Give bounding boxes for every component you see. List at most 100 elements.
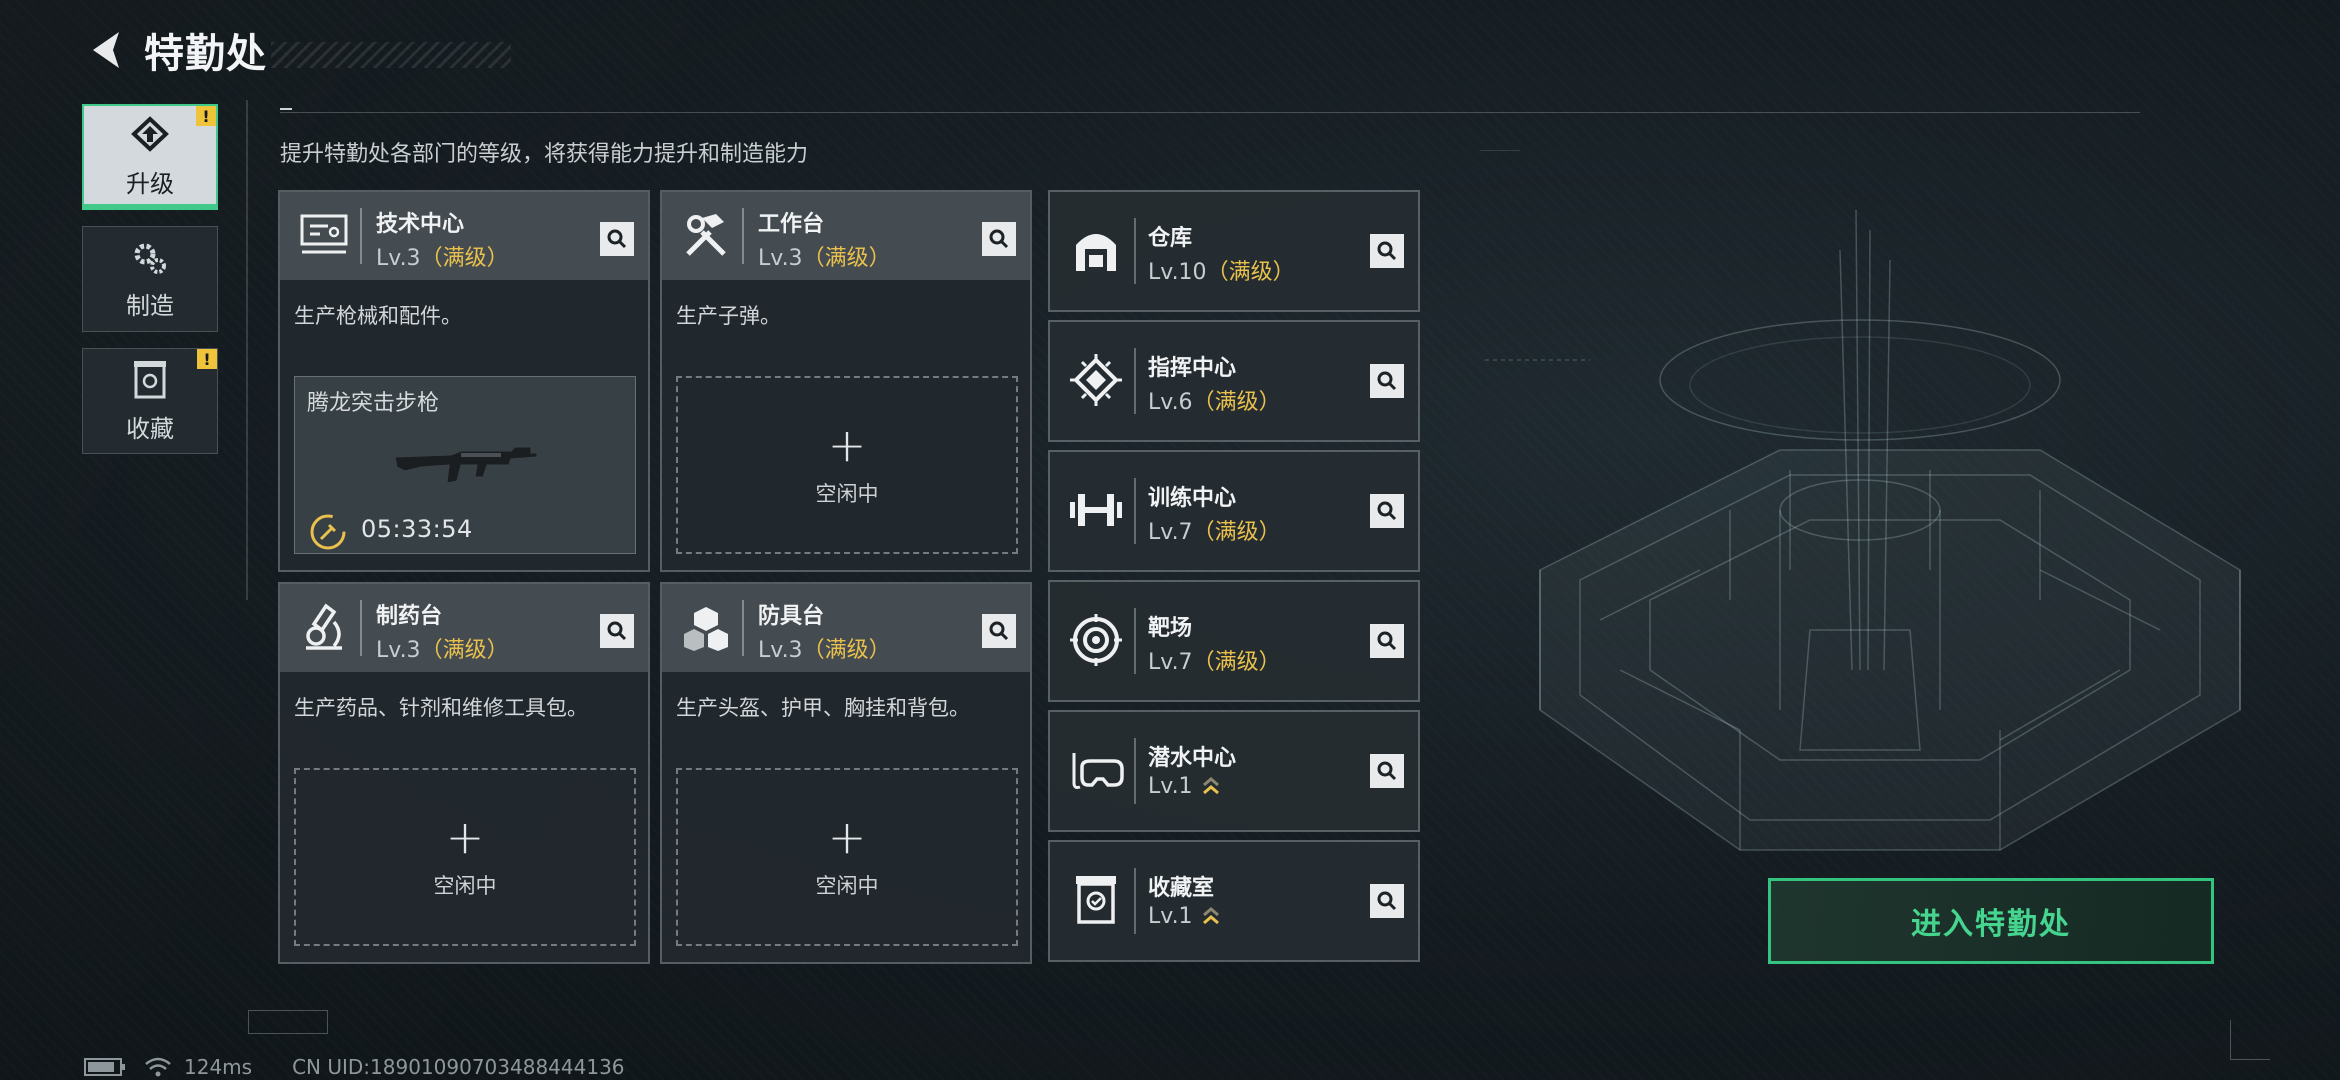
title-decoration — [271, 42, 511, 68]
nav-tab-upgrade[interactable]: 升级 ! — [82, 104, 218, 210]
level-value: Lv.6 — [1148, 390, 1193, 415]
plus-icon: + — [827, 810, 867, 864]
alert-badge: ! — [196, 106, 216, 126]
search-icon — [607, 621, 627, 641]
search-icon — [607, 229, 627, 249]
header: 特勤处 — [80, 22, 511, 78]
back-arrow-icon — [93, 32, 119, 68]
enter-special-ops-button[interactable]: 进入特勤处 — [1768, 878, 2214, 964]
workshop-card-armor[interactable]: 防具台 Lv.3（满级） 生产头盔、护甲、胸挂和背包。 + 空闲中 — [660, 582, 1032, 964]
empty-crafting-slot[interactable]: + 空闲中 — [676, 376, 1018, 554]
workshop-card-tech-center[interactable]: 技术中心 Lv.3（满级） 生产枪械和配件。 腾龙突击步枪 05:33:54 — [278, 190, 650, 572]
search-icon — [1377, 761, 1397, 781]
collection-room-icon — [1066, 870, 1126, 930]
workshop-description: 生产枪械和配件。 — [294, 304, 462, 328]
facility-level: Lv.7（满级） — [1148, 644, 1281, 676]
search-button[interactable] — [1370, 234, 1404, 268]
facility-card-training-center[interactable]: 训练中心 Lv.7（满级） — [1048, 450, 1420, 572]
facility-level: Lv.1 — [1148, 774, 1221, 800]
workbench-tools-icon — [676, 206, 736, 266]
wifi-icon — [145, 1057, 171, 1077]
nav-tab-craft[interactable]: 制造 — [82, 226, 218, 332]
facility-card-warehouse[interactable]: 仓库 Lv.10（满级） — [1048, 190, 1420, 312]
search-button[interactable] — [1370, 754, 1404, 788]
workshop-description: 生产头盔、护甲、胸挂和背包。 — [676, 696, 970, 720]
nav-divider — [246, 100, 248, 600]
search-button[interactable] — [982, 222, 1016, 256]
ping-value: 124ms — [184, 1055, 253, 1079]
plus-icon: + — [445, 810, 485, 864]
section-divider-mark — [280, 108, 292, 110]
search-icon — [1377, 241, 1397, 261]
user-uid: CN UID:18901090703488444136 — [292, 1055, 625, 1079]
collection-icon — [134, 360, 166, 398]
card-separator — [360, 208, 362, 264]
search-button[interactable] — [600, 222, 634, 256]
card-separator — [1134, 738, 1136, 804]
facility-card-command-center[interactable]: 指挥中心 Lv.6（满级） — [1048, 320, 1420, 442]
level-value: Lv.3 — [758, 638, 803, 663]
card-separator — [1134, 348, 1136, 414]
crafting-timer: 05:33:54 — [361, 515, 473, 543]
empty-crafting-slot[interactable]: + 空闲中 — [294, 768, 636, 946]
card-separator — [1134, 218, 1136, 284]
timer-wrench-icon — [310, 514, 346, 550]
base-hologram-scene — [1480, 150, 2241, 851]
facility-level: Lv.10（满级） — [1148, 254, 1295, 286]
workshop-level: Lv.3（满级） — [376, 240, 509, 272]
max-level-tag: （满级） — [1206, 260, 1295, 285]
workshop-level: Lv.3（满级） — [758, 632, 891, 664]
empty-crafting-slot[interactable]: + 空闲中 — [676, 768, 1018, 946]
workshop-name: 工作台 — [758, 212, 825, 237]
facility-level: Lv.6（满级） — [1148, 384, 1281, 416]
upgrade-icon — [131, 115, 169, 152]
max-level-tag: （满级） — [1192, 390, 1281, 415]
max-level-tag: （满级） — [420, 246, 509, 271]
level-value: Lv.7 — [1148, 650, 1193, 675]
card-separator — [1134, 608, 1136, 674]
nav-tab-label: 升级 — [126, 169, 174, 198]
section-subtitle: 提升特勤处各部门的等级，将获得能力提升和制造能力 — [280, 142, 809, 167]
facility-card-shooting-range[interactable]: 靶场 Lv.7（满级） — [1048, 580, 1420, 702]
armor-blocks-icon — [676, 598, 736, 658]
max-level-tag: （满级） — [802, 246, 891, 271]
search-button[interactable] — [1370, 364, 1404, 398]
page-title: 特勤处 — [144, 31, 267, 77]
max-level-tag: （满级） — [420, 638, 509, 663]
workshop-name: 技术中心 — [376, 212, 465, 237]
search-button[interactable] — [1370, 884, 1404, 918]
facility-card-collection-room[interactable]: 收藏室 Lv.1 — [1048, 840, 1420, 962]
level-value: Lv.3 — [376, 638, 421, 663]
crafting-slot[interactable]: 腾龙突击步枪 05:33:54 — [294, 376, 636, 554]
back-button[interactable] — [80, 22, 130, 78]
facility-name: 仓库 — [1148, 226, 1193, 251]
workshop-card-pharmacy[interactable]: 制药台 Lv.3（满级） 生产药品、针剂和维修工具包。 + 空闲中 — [278, 582, 650, 964]
workshop-card-workbench[interactable]: 工作台 Lv.3（满级） 生产子弹。 + 空闲中 — [660, 190, 1032, 572]
dumbbell-icon — [1066, 480, 1126, 540]
search-icon — [1377, 631, 1397, 651]
search-button[interactable] — [1370, 494, 1404, 528]
card-separator — [1134, 478, 1136, 544]
search-button[interactable] — [1370, 624, 1404, 658]
active-indicator — [84, 204, 216, 210]
section-divider — [280, 112, 2140, 113]
enter-button-label: 进入特勤处 — [1911, 907, 2071, 942]
card-separator — [742, 600, 744, 656]
search-button[interactable] — [600, 614, 634, 648]
search-icon — [1377, 891, 1397, 911]
command-chip-icon — [1066, 350, 1126, 410]
facility-name: 指挥中心 — [1148, 356, 1237, 381]
workshop-name: 制药台 — [376, 604, 443, 629]
nav-tab-collection[interactable]: 收藏 ! — [82, 348, 218, 454]
search-icon — [989, 229, 1009, 249]
facility-name: 靶场 — [1148, 616, 1193, 641]
level-value: Lv.1 — [1148, 904, 1193, 929]
card-separator — [742, 208, 744, 264]
craft-gears-icon — [134, 243, 166, 274]
upgrade-available-icon — [1202, 777, 1219, 795]
search-button[interactable] — [982, 614, 1016, 648]
facility-card-diving-center[interactable]: 潜水中心 Lv.1 — [1048, 710, 1420, 832]
target-icon — [1066, 610, 1126, 670]
workshop-level: Lv.3（满级） — [376, 632, 509, 664]
crafting-item-name: 腾龙突击步枪 — [307, 391, 440, 416]
